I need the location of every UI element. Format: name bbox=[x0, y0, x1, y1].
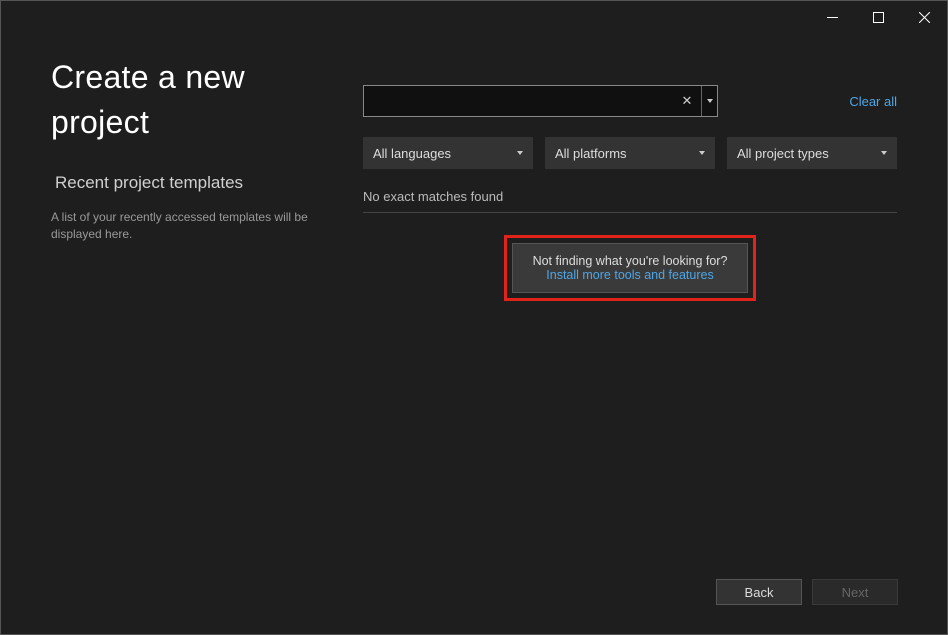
platform-filter-label: All platforms bbox=[555, 146, 627, 161]
clear-all-link[interactable]: Clear all bbox=[849, 94, 897, 109]
minimize-button[interactable] bbox=[809, 1, 855, 33]
callout-text: Not finding what you're looking for? bbox=[533, 254, 728, 268]
back-button[interactable]: Back bbox=[716, 579, 802, 605]
platform-filter[interactable]: All platforms bbox=[545, 137, 715, 169]
next-button-label: Next bbox=[842, 585, 869, 600]
dialog-footer: Back Next bbox=[716, 579, 898, 605]
results-status: No exact matches found bbox=[363, 189, 897, 204]
callout-highlight: Not finding what you're looking for? Ins… bbox=[504, 235, 757, 301]
recent-templates-description: A list of your recently accessed templat… bbox=[51, 209, 341, 244]
install-more-callout: Not finding what you're looking for? Ins… bbox=[512, 243, 749, 293]
next-button: Next bbox=[812, 579, 898, 605]
left-panel: Create a new project Recent project temp… bbox=[51, 55, 341, 554]
right-panel: ✕ Clear all All languages All platforms … bbox=[341, 55, 897, 554]
close-button[interactable] bbox=[901, 1, 947, 33]
project-type-filter[interactable]: All project types bbox=[727, 137, 897, 169]
window-titlebar bbox=[1, 1, 947, 33]
divider bbox=[363, 212, 897, 213]
page-title: Create a new project bbox=[51, 55, 341, 145]
project-type-filter-label: All project types bbox=[737, 146, 829, 161]
clear-search-icon[interactable]: ✕ bbox=[673, 86, 701, 116]
search-input[interactable] bbox=[364, 86, 673, 116]
language-filter[interactable]: All languages bbox=[363, 137, 533, 169]
search-box[interactable]: ✕ bbox=[363, 85, 718, 117]
install-more-link[interactable]: Install more tools and features bbox=[533, 268, 728, 282]
back-button-label: Back bbox=[745, 585, 774, 600]
search-dropdown-icon[interactable] bbox=[701, 86, 717, 116]
maximize-button[interactable] bbox=[855, 1, 901, 33]
language-filter-label: All languages bbox=[373, 146, 451, 161]
recent-templates-heading: Recent project templates bbox=[55, 173, 341, 193]
